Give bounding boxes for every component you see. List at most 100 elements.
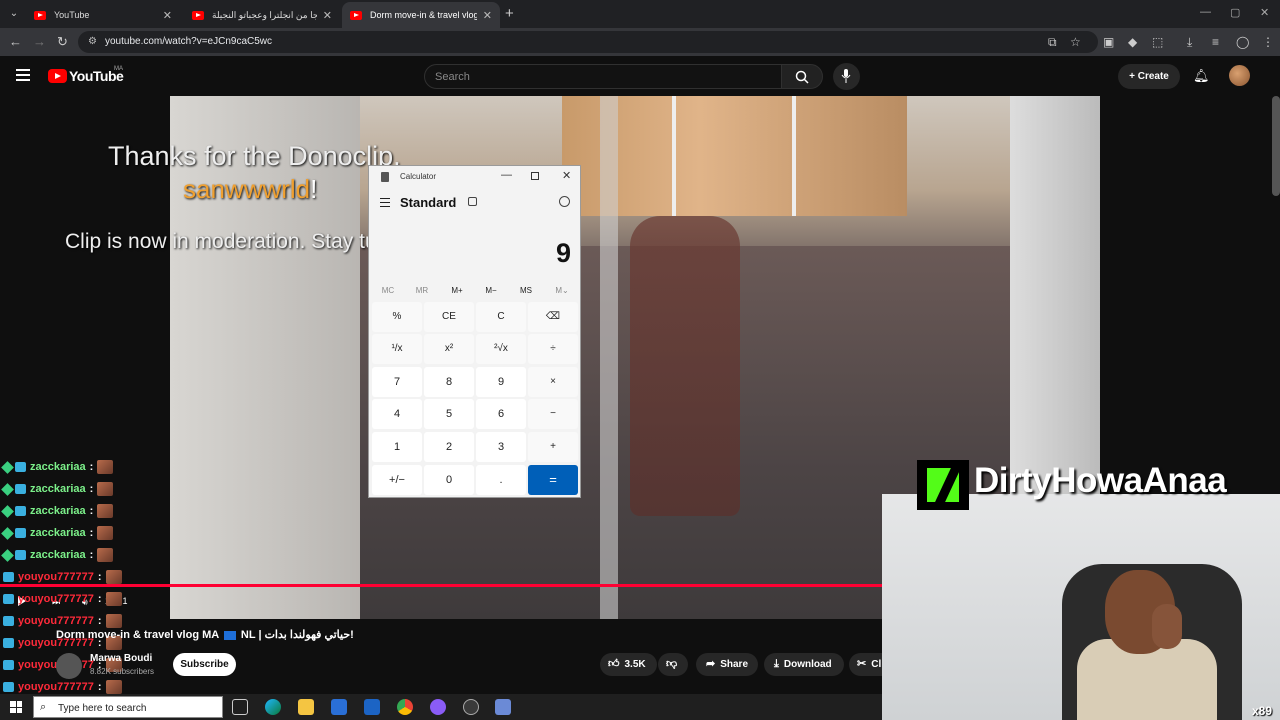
calculator-window[interactable]: Calculator — ✕ Standard 9 MC MR M+ M− MS M⌄ %… (368, 165, 581, 498)
calc-close-button[interactable]: ✕ (562, 169, 571, 182)
memory-button[interactable]: MR (407, 286, 437, 295)
subscribe-button[interactable]: Subscribe (173, 653, 236, 676)
tab-arabic-video[interactable]: خويا جا من انجلترا وعجباتو النجيلة ✕ (184, 2, 340, 28)
create-button[interactable]: + Create (1118, 64, 1180, 89)
bookmark-star-icon[interactable]: ☆ (1070, 35, 1081, 49)
chat-username[interactable]: youyou777777 (18, 615, 94, 627)
chat-username[interactable]: zacckariaa (30, 461, 86, 473)
task-view-icon[interactable] (232, 699, 248, 715)
notifications-bell-icon[interactable]: 🔔︎ (1193, 68, 1210, 84)
calc-key[interactable]: = (528, 465, 578, 495)
calc-key[interactable]: 0 (424, 465, 474, 495)
calc-minimize-button[interactable]: — (501, 169, 512, 181)
close-icon[interactable]: ✕ (483, 9, 492, 22)
chat-username[interactable]: youyou777777 (18, 681, 94, 693)
search-button[interactable] (781, 64, 823, 89)
reload-icon[interactable]: ↻ (57, 34, 68, 50)
calc-key[interactable]: 3 (476, 432, 526, 462)
calc-key[interactable]: 4 (372, 399, 422, 429)
calc-key[interactable]: . (476, 465, 526, 495)
maximize-button[interactable]: ▢ (1230, 6, 1240, 19)
outlook-icon[interactable] (364, 699, 380, 715)
history-icon[interactable] (559, 196, 570, 207)
hamburger-menu-icon[interactable] (16, 69, 30, 81)
calculator-titlebar[interactable]: Calculator — ✕ (369, 166, 580, 188)
tab-dorm-vlog[interactable]: Dorm move-in & travel vlog MA ✕ (342, 2, 500, 28)
minimize-button[interactable]: — (1200, 6, 1211, 18)
memory-button[interactable]: M+ (442, 286, 472, 295)
tab-search-icon[interactable]: ⌄ (6, 6, 22, 22)
calc-key[interactable]: ⌫ (528, 302, 578, 332)
channel-name[interactable]: Marwa Boudi (90, 653, 152, 664)
app-icon[interactable] (430, 699, 446, 715)
page-scrollbar[interactable] (1272, 96, 1280, 196)
close-icon[interactable]: ✕ (323, 9, 332, 22)
menu-dots-icon[interactable]: ⋮ (1262, 35, 1274, 49)
memory-button[interactable]: M− (476, 286, 506, 295)
calc-key[interactable]: 7 (372, 367, 422, 397)
memory-button[interactable]: MC (373, 286, 403, 295)
media-icon[interactable]: ≡ (1212, 35, 1219, 49)
calc-key[interactable]: CE (424, 302, 474, 332)
calc-key[interactable]: x² (424, 334, 474, 364)
chat-username[interactable]: youyou777777 (18, 571, 94, 583)
calc-key[interactable]: 5 (424, 399, 474, 429)
dislike-button[interactable]: 👎︎ (658, 653, 688, 676)
extension-icon[interactable]: ◆ (1128, 35, 1137, 49)
download-button[interactable]: ⤓ Download (764, 653, 844, 676)
calc-navigation-menu-icon[interactable] (380, 198, 390, 207)
puzzle-icon[interactable]: ⬚ (1152, 35, 1163, 49)
back-arrow-icon[interactable]: ← (9, 34, 22, 49)
new-tab-button[interactable]: + (505, 5, 514, 22)
calc-key[interactable]: 6 (476, 399, 526, 429)
calc-key[interactable]: 9 (476, 367, 526, 397)
close-icon[interactable]: ✕ (163, 9, 172, 22)
calc-key[interactable]: C (476, 302, 526, 332)
like-button[interactable]: 👍︎ 3.5K (600, 653, 657, 676)
calc-key[interactable]: ÷ (528, 334, 578, 364)
file-explorer-icon[interactable] (298, 699, 314, 715)
calc-key[interactable]: 8 (424, 367, 474, 397)
memory-button[interactable]: MS (511, 286, 541, 295)
taskbar-search-input[interactable]: ⌕ Type here to search (33, 696, 223, 718)
chat-username[interactable]: zacckariaa (30, 527, 86, 539)
edge-icon[interactable] (265, 699, 281, 715)
calc-key[interactable]: % (372, 302, 422, 332)
calc-key[interactable]: ¹/x (372, 334, 422, 364)
address-bar[interactable]: ⚙ youtube.com/watch?v=eJCn9caC5wc (78, 31, 1098, 53)
calculator-taskbar-icon[interactable] (495, 699, 511, 715)
store-icon[interactable] (331, 699, 347, 715)
channel-avatar[interactable] (56, 653, 82, 679)
translate-icon[interactable]: ▣ (1103, 35, 1114, 49)
chrome-icon[interactable] (397, 699, 413, 715)
calc-key[interactable]: × (528, 367, 578, 397)
forward-arrow-icon[interactable]: → (33, 34, 46, 49)
chat-username[interactable]: zacckariaa (30, 549, 86, 561)
profile-icon[interactable]: ◯ (1236, 35, 1249, 49)
windows-start-icon[interactable] (10, 701, 22, 713)
download-icon[interactable]: ⤓ (1187, 35, 1192, 50)
clip-button[interactable]: ✂ Cl (849, 653, 882, 676)
cast-icon[interactable]: ⧉ (1048, 35, 1057, 50)
voice-search-button[interactable] (833, 63, 860, 90)
close-window-button[interactable]: ✕ (1260, 6, 1269, 19)
keep-on-top-icon[interactable] (468, 197, 477, 206)
share-button[interactable]: ➦ Share (696, 653, 758, 676)
calc-key[interactable]: + (528, 432, 578, 462)
youtube-logo-icon[interactable] (48, 69, 67, 83)
tab-youtube[interactable]: YouTube ✕ (26, 2, 180, 28)
chat-username[interactable]: youyou777777 (18, 593, 94, 605)
memory-button[interactable]: M⌄ (547, 286, 577, 295)
account-avatar[interactable] (1229, 65, 1250, 86)
video-progress-bar[interactable] (0, 584, 882, 587)
calc-key[interactable]: 1 (372, 432, 422, 462)
search-input[interactable]: Search (424, 64, 782, 89)
chat-username[interactable]: zacckariaa (30, 505, 86, 517)
calc-key[interactable]: ²√x (476, 334, 526, 364)
url-text[interactable]: youtube.com/watch?v=eJCn9caC5wc (105, 36, 272, 47)
calc-key[interactable]: 2 (424, 432, 474, 462)
app-icon[interactable] (463, 699, 479, 715)
chat-username[interactable]: zacckariaa (30, 483, 86, 495)
site-info-icon[interactable]: ⚙ (88, 36, 97, 47)
calc-key[interactable]: − (528, 399, 578, 429)
